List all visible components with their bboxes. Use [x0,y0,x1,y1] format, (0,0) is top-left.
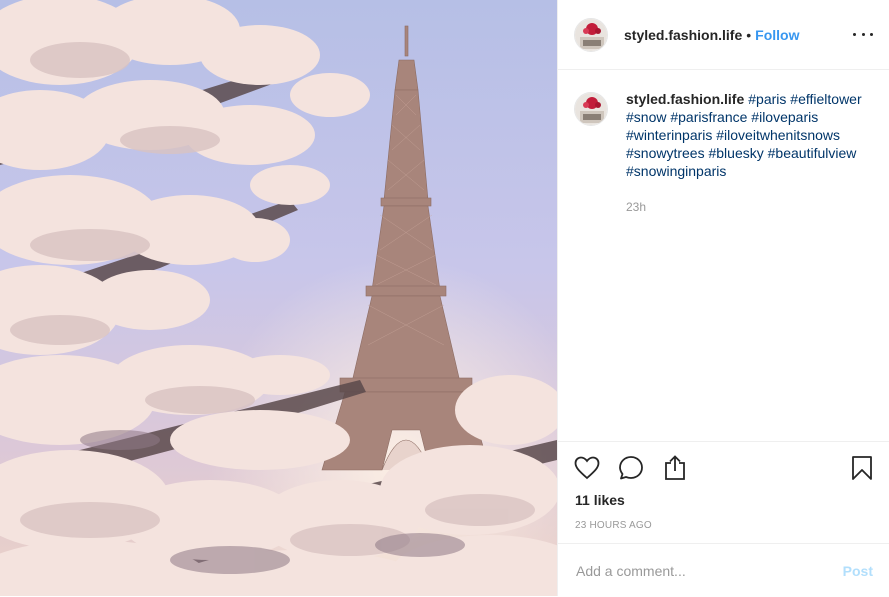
caption-username[interactable]: styled.fashion.life [626,91,744,107]
eiffel-snow-photo [0,0,557,596]
bookmark-icon[interactable] [849,455,875,481]
hashtag-link[interactable]: #iloveitwhenitsnows [716,127,840,143]
hashtag-link[interactable]: #effieltower [790,91,861,107]
post-username[interactable]: styled.fashion.life [624,27,742,43]
hashtag-link[interactable]: #winterinparis [626,127,712,143]
post-header: styled.fashion.life • Follow [558,0,889,70]
post-details-panel: styled.fashion.life • Follow styled.fash… [557,0,889,596]
more-horizontal-icon[interactable] [853,33,873,36]
hashtag-link[interactable]: #snow [626,109,666,125]
comment-input[interactable] [576,562,843,579]
likes-count[interactable]: 11 likes [575,492,625,508]
hashtag-link[interactable]: #beautifulview [768,145,857,161]
hashtag-link[interactable]: #snowytrees [626,145,705,161]
action-bar [558,441,889,494]
hashtag-link[interactable]: #snowinginparis [626,163,726,179]
caption-body: styled.fashion.life #paris #effieltower #… [626,90,875,216]
post-photo[interactable] [0,0,557,596]
comment-icon[interactable] [618,455,644,481]
avatar[interactable] [574,17,608,52]
hashtag-link[interactable]: #iloveparis [751,109,818,125]
caption-text: styled.fashion.life #paris #effieltower #… [626,90,875,180]
avatar-image [575,93,607,125]
share-icon[interactable] [662,455,688,481]
post-comment-button[interactable]: Post [843,563,873,579]
follow-button[interactable]: Follow [755,27,799,43]
avatar-image [575,18,607,51]
comment-box: Post [558,543,889,597]
caption: styled.fashion.life #paris #effieltower #… [574,90,875,216]
post-timestamp[interactable]: 23 HOURS AGO [575,520,652,531]
separator-dot: • [746,26,752,43]
heart-icon[interactable] [574,455,600,481]
hashtag-link[interactable]: #paris [748,91,786,107]
hashtag-link[interactable]: #bluesky [708,145,763,161]
caption-avatar[interactable] [574,92,608,126]
caption-time[interactable]: 23h [626,198,875,216]
hashtag-link[interactable]: #parisfrance [670,109,747,125]
